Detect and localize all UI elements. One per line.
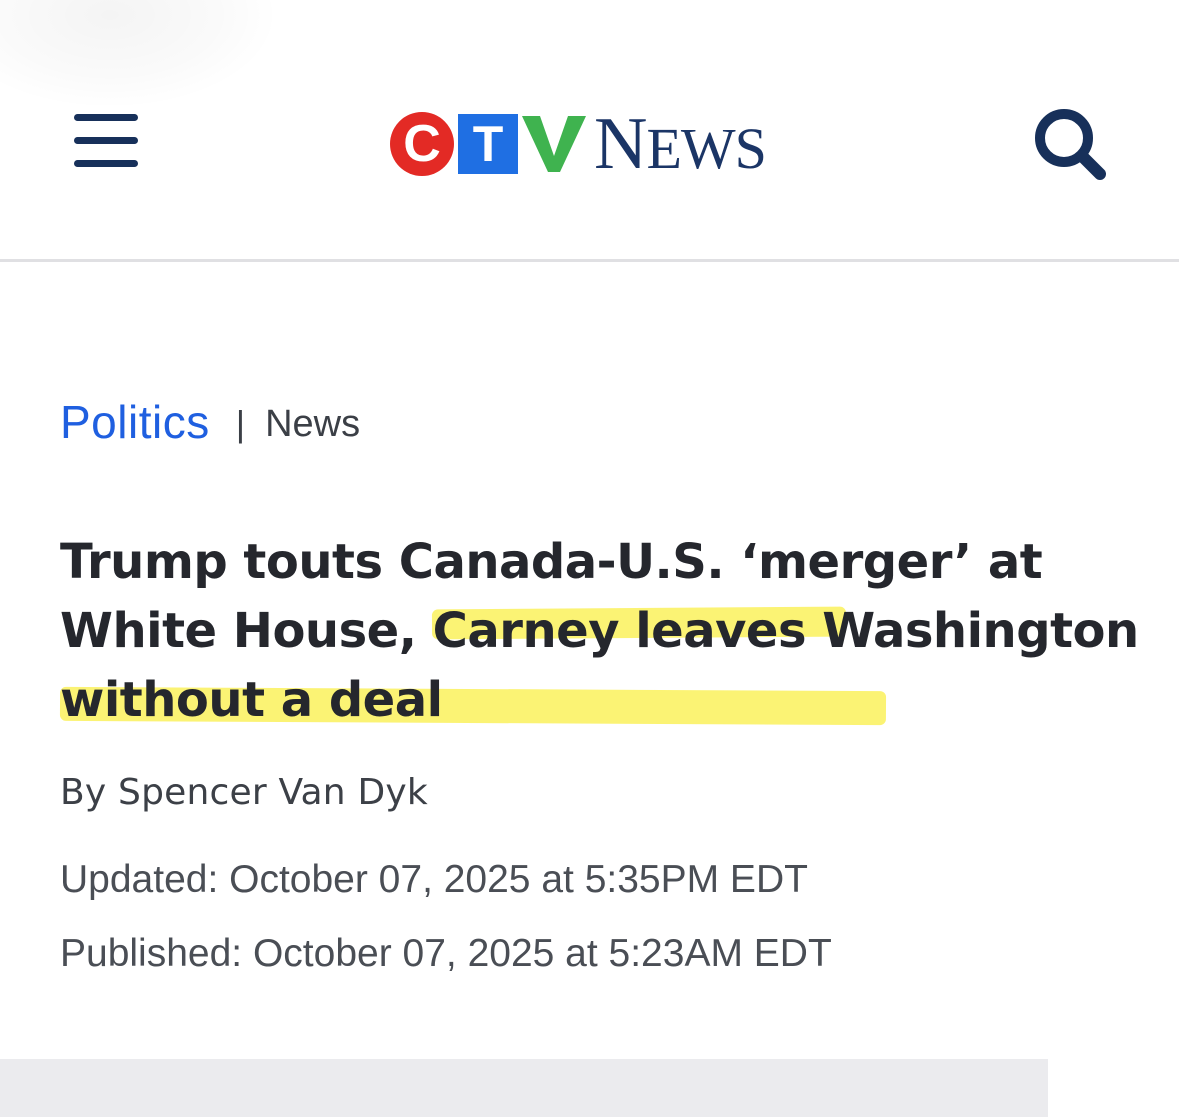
menu-icon-bar-bottom — [74, 160, 138, 167]
logo-wordmark: NEWS — [594, 102, 767, 189]
header-divider — [0, 259, 1179, 262]
article-byline: By Spencer Van Dyk — [60, 772, 428, 813]
menu-icon-bar-middle — [74, 137, 138, 144]
search-button[interactable] — [1032, 106, 1112, 182]
logo-letter-t: T — [458, 114, 518, 174]
logo-wordmark-rest: EWS — [646, 115, 766, 181]
updated-timestamp: Updated: October 07, 2025 at 5:35PM EDT — [60, 858, 808, 901]
ctv-news-logo[interactable]: C T NEWS — [390, 104, 767, 184]
logo-wordmark-initial: N — [594, 102, 647, 185]
page: C T NEWS Politics | News Trump touts Can… — [0, 0, 1179, 1117]
search-icon — [1035, 109, 1106, 180]
section-link-politics[interactable]: Politics — [60, 395, 210, 449]
breadcrumb-separator: | — [235, 403, 246, 444]
published-timestamp: Published: October 07, 2025 at 5:23AM ED… — [60, 932, 832, 975]
breadcrumb: Politics | News — [60, 392, 360, 452]
ad-placeholder — [0, 1059, 1048, 1117]
site-header: C T NEWS — [0, 0, 1179, 260]
category-link-news[interactable]: News — [265, 403, 360, 446]
article-headline: Trump touts Canada-U.S. ‘merger’ at Whit… — [60, 528, 1140, 735]
logo-letter-c: C — [390, 112, 454, 176]
menu-icon-bar-top — [74, 114, 138, 121]
menu-button[interactable] — [74, 112, 140, 172]
logo-letter-v-icon — [522, 116, 586, 172]
